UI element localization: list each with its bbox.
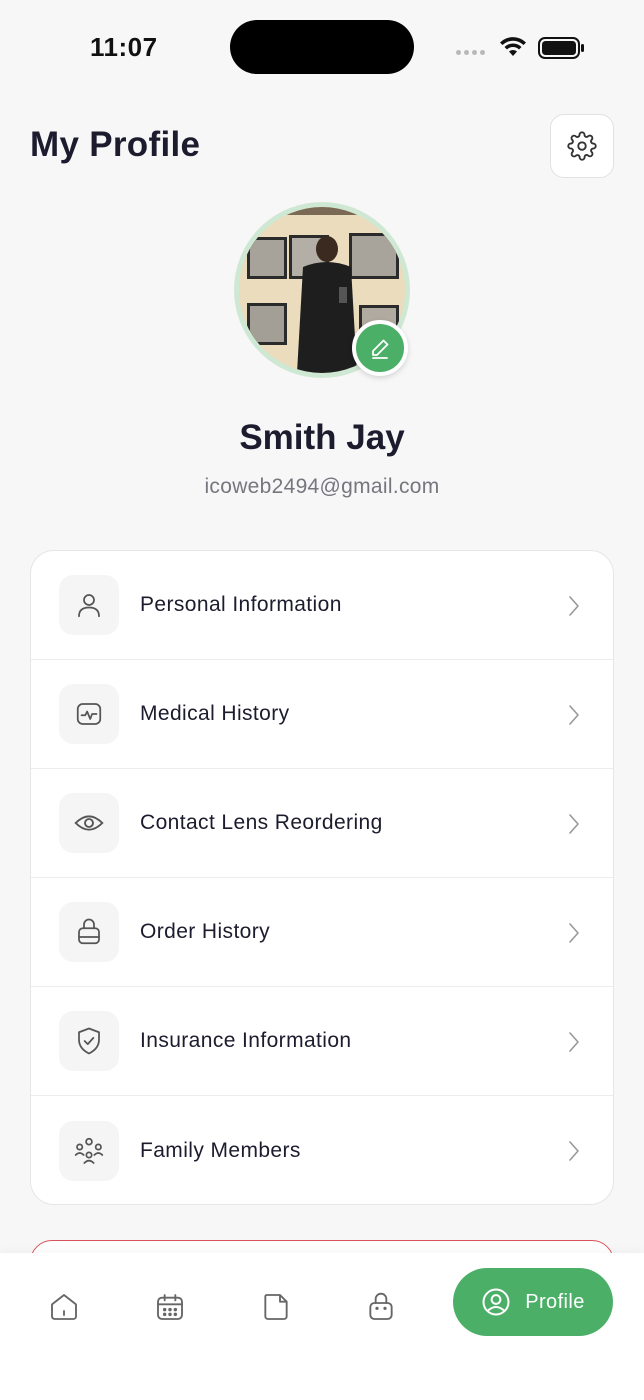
menu-item-medical-history[interactable]: Medical History (31, 660, 613, 769)
cellular-signal-icon (456, 50, 485, 55)
nav-shop[interactable] (357, 1283, 405, 1331)
calendar-icon (157, 1294, 183, 1320)
user-email: icoweb2494@gmail.com (204, 475, 440, 498)
menu-item-personal-information[interactable]: Personal Information (31, 551, 613, 660)
menu-item-family-members[interactable]: Family Members (31, 1096, 613, 1204)
document-icon (264, 1294, 288, 1320)
menu-icon-box (59, 575, 119, 635)
menu-icon-box (59, 902, 119, 962)
shield-check-icon (78, 1027, 100, 1055)
avatar-container (234, 202, 410, 378)
chevron-right-icon (569, 596, 579, 616)
nav-documents[interactable] (252, 1283, 300, 1331)
dynamic-island (230, 20, 414, 74)
menu-item-insurance-information[interactable]: Insurance Information (31, 987, 613, 1096)
shopping-bag-icon (78, 918, 100, 945)
page-title: My Profile (30, 125, 201, 164)
menu-icon-box (59, 684, 119, 744)
profile-circle-icon (482, 1288, 510, 1316)
user-name: Smith Jay (239, 418, 405, 457)
menu-label: Medical History (140, 702, 290, 725)
settings-button[interactable] (550, 114, 614, 178)
menu-label: Family Members (140, 1138, 301, 1162)
nav-profile-label: Profile (525, 1290, 585, 1313)
menu-icon-box (59, 1120, 119, 1181)
user-icon (78, 594, 100, 618)
status-time: 11:07 (90, 32, 158, 62)
pencil-icon (372, 339, 389, 359)
bag-icon (369, 1292, 393, 1320)
heart-monitor-icon (76, 703, 102, 725)
menu-item-contact-lens-reordering[interactable]: Contact Lens Reordering (31, 769, 613, 878)
nav-appointments[interactable] (146, 1283, 194, 1331)
menu-icon-box (59, 793, 119, 853)
chevron-right-icon (569, 814, 579, 834)
nav-profile[interactable]: Profile (453, 1268, 613, 1336)
eye-icon (74, 815, 104, 831)
wifi-icon (500, 37, 526, 56)
menu-label: Insurance Information (140, 1029, 352, 1052)
nav-home[interactable] (40, 1283, 88, 1331)
menu-icon-box (59, 1011, 119, 1071)
family-icon (74, 1137, 104, 1164)
status-bar: 11:07 (0, 0, 644, 90)
chevron-right-icon (569, 705, 579, 725)
gear-icon (567, 131, 597, 161)
chevron-right-icon (569, 923, 579, 943)
menu-label: Order History (140, 920, 271, 943)
battery-icon (538, 37, 584, 59)
menu-label: Contact Lens Reordering (140, 811, 383, 834)
chevron-right-icon (569, 1032, 579, 1052)
menu-label: Personal Information (140, 593, 342, 616)
edit-avatar-button[interactable] (352, 320, 408, 376)
menu-item-order-history[interactable]: Order History (31, 878, 613, 987)
home-icon (51, 1294, 77, 1320)
profile-menu: Personal Information Medical History Con… (30, 550, 614, 1205)
bottom-nav: Profile (0, 1253, 644, 1400)
chevron-right-icon (569, 1141, 579, 1161)
